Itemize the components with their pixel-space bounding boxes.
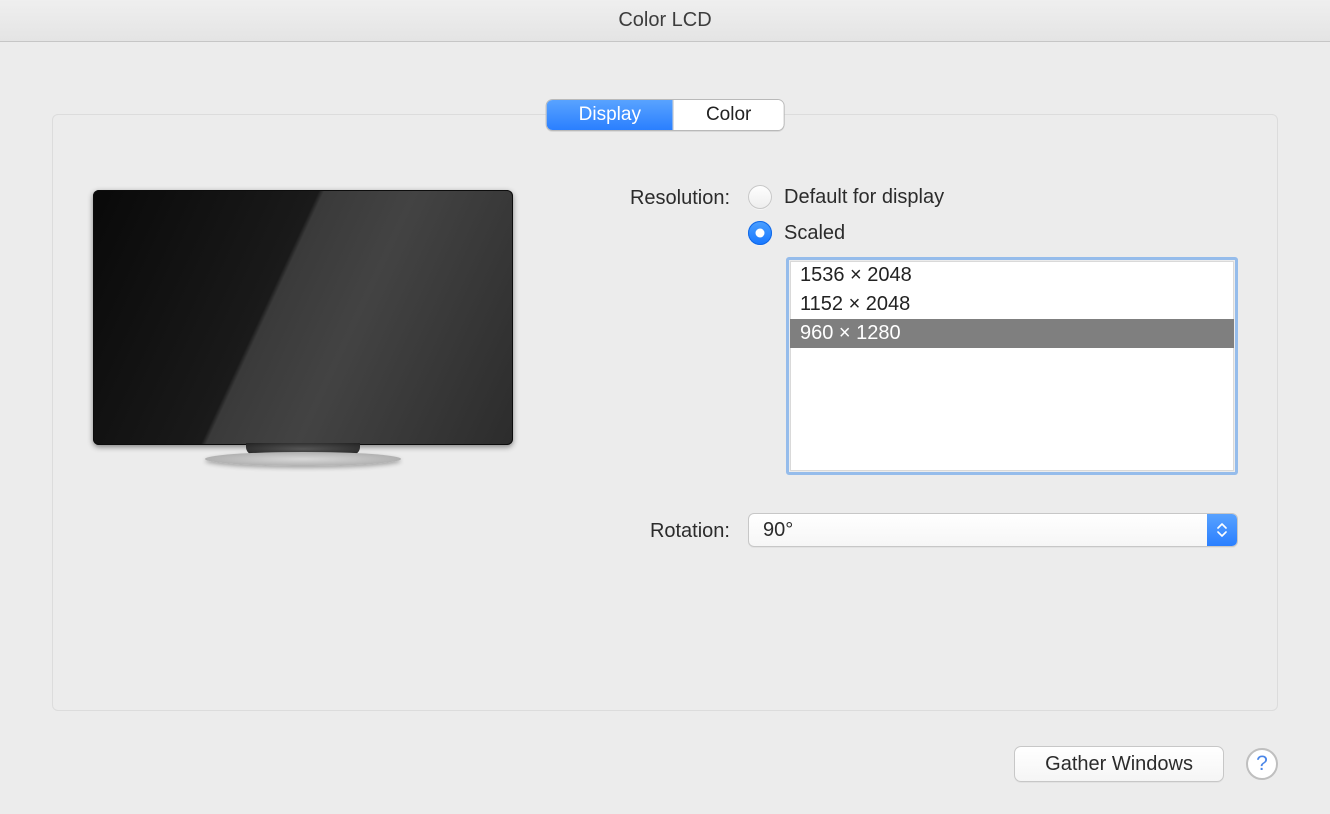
radio-icon bbox=[748, 185, 772, 209]
gather-windows-button[interactable]: Gather Windows bbox=[1014, 746, 1224, 782]
monitor-stand-base bbox=[205, 452, 401, 466]
rotation-label: Rotation: bbox=[558, 518, 748, 543]
rotation-popup[interactable]: 90° bbox=[748, 513, 1238, 547]
footer: Gather Windows ? bbox=[1014, 746, 1278, 782]
monitor-screen-icon bbox=[93, 190, 513, 445]
rotation-value: 90° bbox=[763, 519, 793, 542]
monitor-illustration bbox=[93, 190, 513, 490]
tab-color[interactable]: Color bbox=[673, 100, 783, 130]
tab-segmented-control: Display Color bbox=[546, 99, 785, 131]
resolution-option[interactable]: 960 × 1280 bbox=[790, 319, 1234, 348]
resolution-radio-default[interactable]: Default for display bbox=[748, 185, 1245, 209]
rotation-controls: 90° bbox=[748, 513, 1245, 547]
resolution-row: Resolution: Default for display Scaled 1… bbox=[558, 185, 1245, 475]
content-area: Display Color Resolution: Default for di… bbox=[0, 42, 1330, 711]
resolution-list-focus-ring: 1536 × 2048 1152 × 2048 960 × 1280 bbox=[786, 257, 1238, 475]
window-titlebar: Color LCD bbox=[0, 0, 1330, 42]
rotation-row: Rotation: 90° bbox=[558, 513, 1245, 547]
resolution-option[interactable]: 1152 × 2048 bbox=[790, 290, 1234, 319]
resolution-radio-scaled[interactable]: Scaled bbox=[748, 221, 1245, 245]
resolution-label: Resolution: bbox=[558, 185, 748, 210]
settings-form: Resolution: Default for display Scaled 1… bbox=[558, 185, 1245, 567]
window-title: Color LCD bbox=[618, 9, 711, 32]
resolution-controls: Default for display Scaled 1536 × 2048 1… bbox=[748, 185, 1245, 475]
tab-display[interactable]: Display bbox=[547, 100, 673, 130]
updown-chevron-icon bbox=[1207, 514, 1237, 546]
resolution-option[interactable]: 1536 × 2048 bbox=[790, 261, 1234, 290]
resolution-list[interactable]: 1536 × 2048 1152 × 2048 960 × 1280 bbox=[790, 261, 1234, 471]
resolution-radio-scaled-label: Scaled bbox=[784, 222, 845, 245]
radio-icon bbox=[748, 221, 772, 245]
help-button[interactable]: ? bbox=[1246, 748, 1278, 780]
resolution-radio-default-label: Default for display bbox=[784, 186, 944, 209]
display-panel: Display Color Resolution: Default for di… bbox=[52, 114, 1278, 711]
